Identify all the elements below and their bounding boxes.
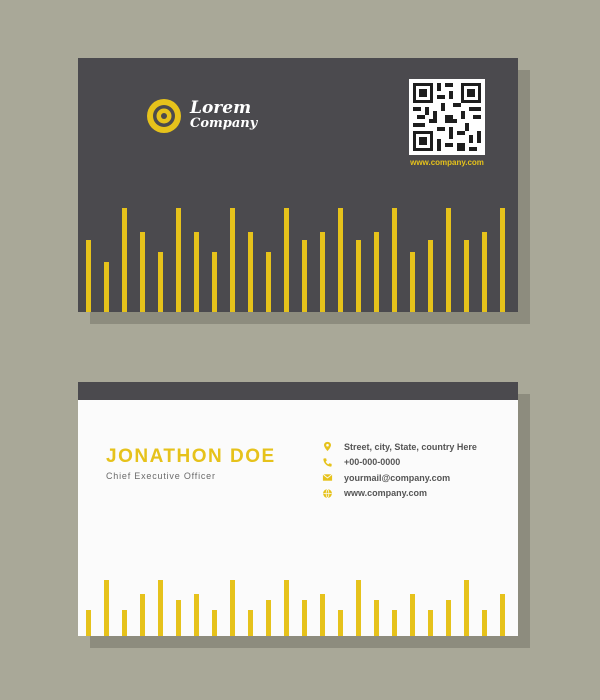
decorative-bar bbox=[410, 252, 415, 312]
decorative-bar bbox=[104, 262, 109, 312]
decorative-bar bbox=[356, 240, 361, 312]
decorative-bar bbox=[104, 580, 109, 636]
decorative-bar bbox=[158, 580, 163, 636]
decorative-bar bbox=[410, 594, 415, 636]
decorative-bar bbox=[122, 610, 127, 636]
contact-phone: +00-000-0000 bbox=[322, 455, 477, 471]
person-title: Chief Executive Officer bbox=[106, 471, 216, 481]
contact-list: Street, city, State, country Here +00-00… bbox=[322, 439, 477, 501]
contact-address-text: Street, city, State, country Here bbox=[344, 441, 477, 452]
decorative-bar bbox=[446, 208, 451, 312]
decorative-bar bbox=[176, 600, 181, 636]
decorative-bar bbox=[482, 610, 487, 636]
company-logo: Lorem Company bbox=[146, 98, 257, 134]
business-card-front: Lorem Company www.company.com bbox=[78, 58, 518, 312]
decorative-bar bbox=[266, 252, 271, 312]
decorative-bar bbox=[248, 610, 253, 636]
decorative-bar bbox=[320, 232, 325, 312]
decorative-bar bbox=[266, 600, 271, 636]
decorative-bar bbox=[302, 240, 307, 312]
decorative-bar bbox=[212, 610, 217, 636]
contact-web: www.company.com bbox=[322, 486, 477, 502]
contact-email: yourmail@company.com bbox=[322, 470, 477, 486]
contact-address: Street, city, State, country Here bbox=[322, 439, 477, 455]
decorative-bar bbox=[482, 232, 487, 312]
back-top-band bbox=[78, 382, 518, 400]
decorative-bar bbox=[230, 580, 235, 636]
decorative-bar bbox=[248, 232, 253, 312]
decorative-bar bbox=[284, 208, 289, 312]
front-bar-pattern bbox=[78, 202, 518, 312]
decorative-bar bbox=[122, 208, 127, 312]
decorative-bar bbox=[464, 240, 469, 312]
decorative-bar bbox=[500, 208, 505, 312]
logo-line-1: Lorem bbox=[190, 98, 252, 118]
target-logo-icon bbox=[147, 99, 181, 133]
decorative-bar bbox=[464, 580, 469, 636]
decorative-bar bbox=[212, 252, 217, 312]
decorative-bar bbox=[446, 600, 451, 636]
decorative-bar bbox=[194, 594, 199, 636]
location-pin-icon bbox=[324, 442, 331, 452]
back-bar-pattern bbox=[78, 526, 518, 636]
decorative-bar bbox=[428, 240, 433, 312]
business-card-back: JONATHON DOE Chief Executive Officer Str… bbox=[78, 382, 518, 636]
qr-code bbox=[409, 79, 485, 155]
decorative-bar bbox=[374, 600, 379, 636]
decorative-bar bbox=[86, 240, 91, 312]
decorative-bar bbox=[230, 208, 235, 312]
decorative-bar bbox=[428, 610, 433, 636]
decorative-bar bbox=[320, 594, 325, 636]
globe-icon bbox=[323, 488, 332, 498]
contact-phone-text: +00-000-0000 bbox=[344, 457, 401, 468]
decorative-bar bbox=[356, 580, 361, 636]
decorative-bar bbox=[500, 594, 505, 636]
decorative-bar bbox=[86, 610, 91, 636]
decorative-bar bbox=[140, 594, 145, 636]
decorative-bar bbox=[284, 580, 289, 636]
decorative-bar bbox=[176, 208, 181, 312]
envelope-icon bbox=[322, 474, 333, 481]
front-website: www.company.com bbox=[410, 158, 484, 167]
decorative-bar bbox=[338, 610, 343, 636]
decorative-bar bbox=[338, 208, 343, 312]
decorative-bar bbox=[392, 208, 397, 312]
decorative-bar bbox=[374, 232, 379, 312]
decorative-bar bbox=[392, 610, 397, 636]
decorative-bar bbox=[140, 232, 145, 312]
person-name: JONATHON DOE bbox=[106, 446, 276, 467]
decorative-bar bbox=[194, 232, 199, 312]
qr-code-icon bbox=[409, 79, 485, 155]
contact-web-text: www.company.com bbox=[344, 488, 428, 499]
decorative-bar bbox=[302, 600, 307, 636]
phone-icon bbox=[323, 458, 332, 467]
logo-wordmark: Lorem Company bbox=[190, 100, 257, 132]
contact-email-text: yourmail@company.com bbox=[344, 472, 451, 483]
decorative-bar bbox=[158, 252, 163, 312]
logo-line-2: Company bbox=[190, 116, 258, 131]
